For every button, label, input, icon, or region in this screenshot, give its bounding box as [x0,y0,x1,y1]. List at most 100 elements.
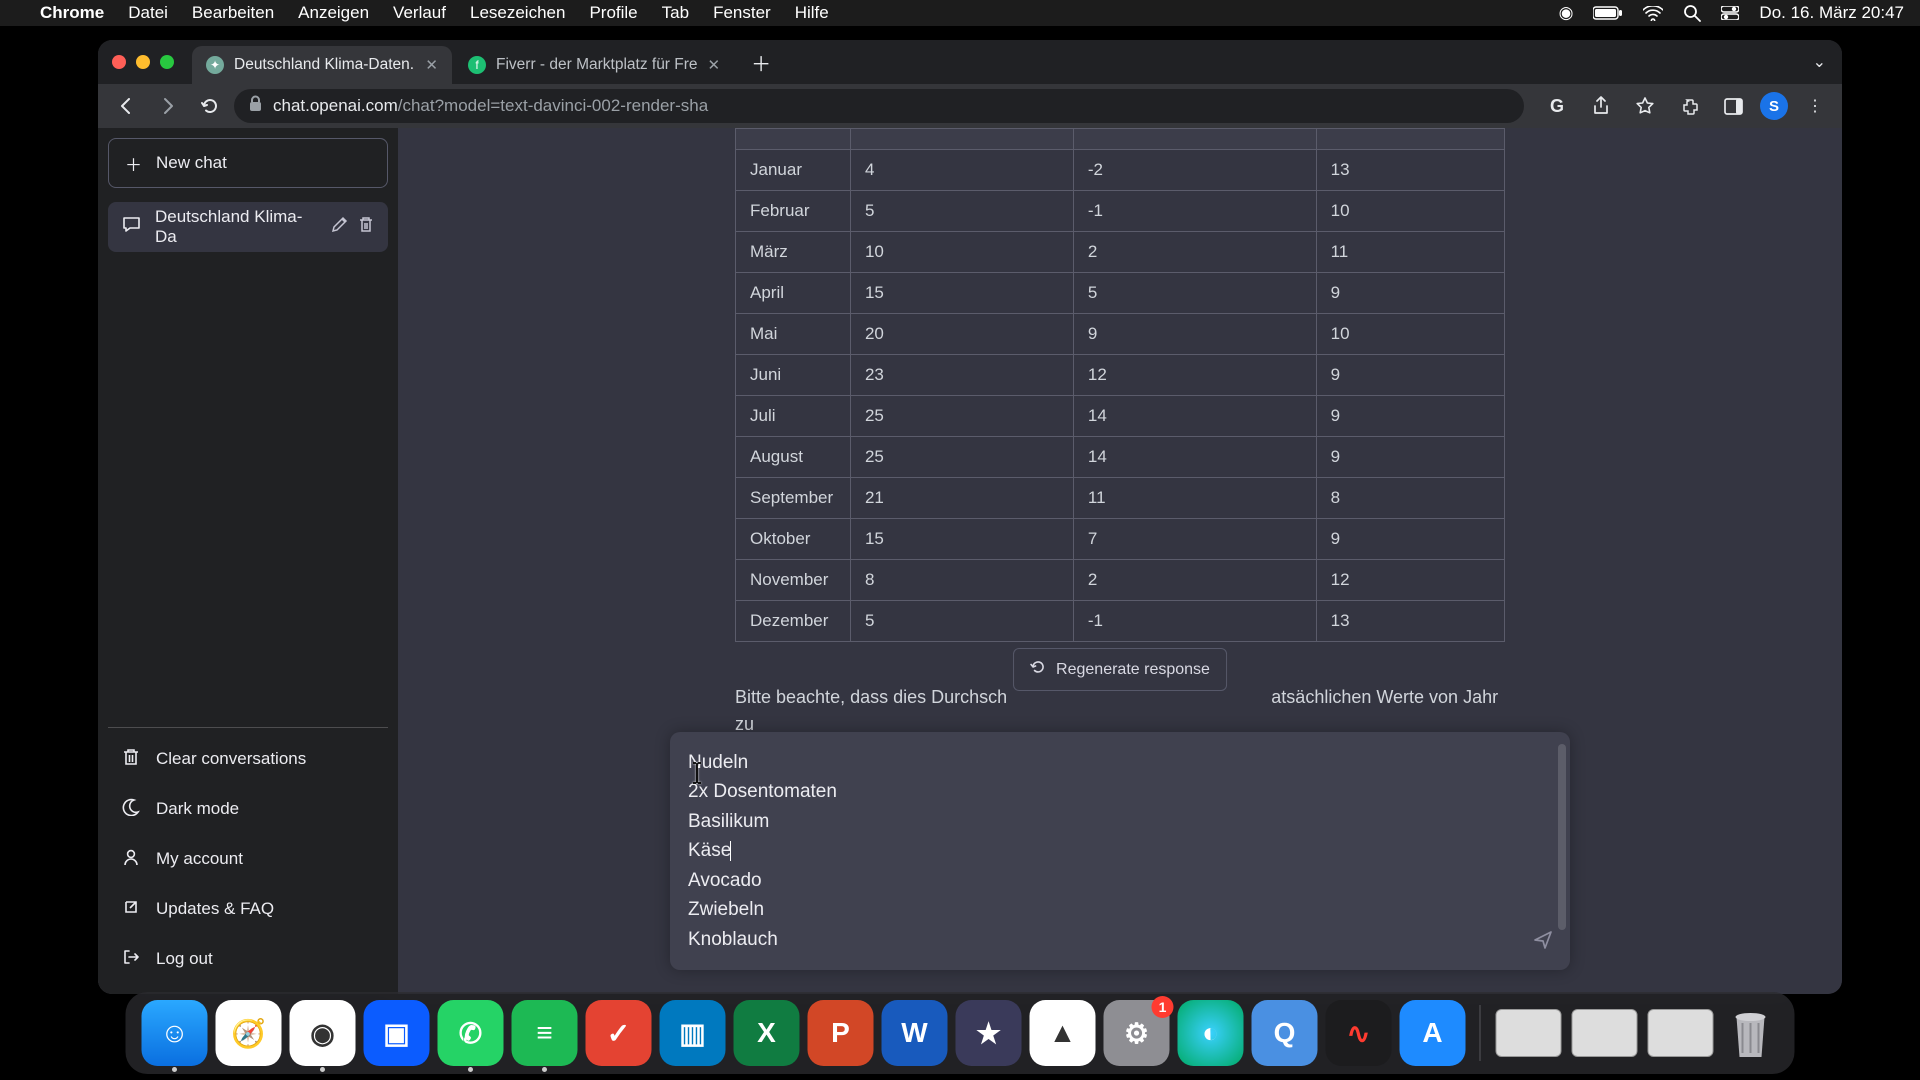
dock-app-settings[interactable]: ⚙1 [1104,1000,1170,1066]
dock-app-spotify[interactable]: ≡ [512,1000,578,1066]
control-center-icon[interactable] [1721,6,1739,20]
dock-app-trello[interactable]: ▥ [660,1000,726,1066]
table-cell: 25 [850,396,1073,437]
tab-close-icon[interactable]: ✕ [425,56,438,74]
menu-anzeigen[interactable]: Anzeigen [298,3,369,23]
response-note-text: Bitte beachte, dass dies DurchschXXXXXXX… [735,684,1505,738]
dock-minimized-window[interactable] [1648,1009,1714,1057]
table-cell: 13 [1316,150,1504,191]
menubar-app-name[interactable]: Chrome [40,3,104,23]
chrome-menu-icon[interactable]: ⋮ [1798,89,1832,123]
table-row: November8212 [736,560,1505,601]
table-cell: 10 [1316,191,1504,232]
regenerate-response-button[interactable]: Regenerate response [1013,648,1227,691]
tab-close-icon[interactable]: ✕ [708,56,721,74]
table-cell: 9 [1316,396,1504,437]
table-cell: 7 [1073,519,1316,560]
my-account-button[interactable]: My account [108,834,388,884]
table-cell: 23 [850,355,1073,396]
textarea-scrollbar[interactable] [1558,744,1566,930]
menu-hilfe[interactable]: Hilfe [795,3,829,23]
updates-faq-button[interactable]: Updates & FAQ [108,884,388,934]
dark-mode-button[interactable]: Dark mode [108,784,388,834]
share-icon[interactable] [1584,89,1618,123]
dock-app-whatsapp[interactable]: ✆ [438,1000,504,1066]
table-cell: 10 [850,232,1073,273]
menubar-clock[interactable]: Do. 16. März 20:47 [1759,3,1904,23]
back-button[interactable] [108,88,144,124]
menu-verlauf[interactable]: Verlauf [393,3,446,23]
menu-tab[interactable]: Tab [662,3,689,23]
address-bar[interactable]: chat.openai.com/chat?model=text-davinci-… [234,89,1524,123]
input-line: Käse [688,836,1518,865]
table-row: Dezember5-113 [736,601,1505,642]
table-row: Juli25149 [736,396,1505,437]
sidebar-item-label: Updates & FAQ [156,899,274,919]
send-icon[interactable] [1532,929,1554,956]
edit-icon[interactable] [331,216,348,238]
dock-app-zoom[interactable]: ▣ [364,1000,430,1066]
clear-conversations-button[interactable]: Clear conversations [108,734,388,784]
dock-app-safari[interactable]: 🧭 [216,1000,282,1066]
profile-avatar[interactable]: S [1760,92,1788,120]
spotlight-search-icon[interactable] [1683,4,1701,22]
logout-button[interactable]: Log out [108,934,388,984]
dock-app-word[interactable]: W [882,1000,948,1066]
window-maximize-button[interactable] [160,55,174,69]
tabs-overflow-icon[interactable]: ⌄ [1813,52,1826,72]
dock-minimized-window[interactable] [1496,1009,1562,1057]
dock-app-voicememos[interactable]: ∿ [1326,1000,1392,1066]
menu-fenster[interactable]: Fenster [713,3,771,23]
dock-app-imovie[interactable]: ★ [956,1000,1022,1066]
dock-minimized-window[interactable] [1572,1009,1638,1057]
table-cell: März [736,232,851,273]
wifi-icon[interactable] [1643,6,1663,21]
tab-active[interactable]: ✦ Deutschland Klima-Daten. ✕ [192,46,452,84]
dock-app-chrome[interactable]: ◉ [290,1000,356,1066]
battery-icon[interactable] [1593,6,1623,20]
table-row: März10211 [736,232,1505,273]
dock-app-googledrive[interactable]: ▲ [1030,1000,1096,1066]
dock-app-todoist[interactable]: ✓ [586,1000,652,1066]
table-cell: Oktober [736,519,851,560]
new-chat-button[interactable]: ＋ New chat [108,138,388,188]
dock-app-siri[interactable]: ◐ [1178,1000,1244,1066]
url-host: chat.openai.com [273,96,398,115]
google-account-icon[interactable]: G [1540,89,1574,123]
reload-button[interactable] [192,88,228,124]
dock-app-powerpoint[interactable]: P [808,1000,874,1066]
tab-title: Deutschland Klima-Daten. [234,56,414,74]
chat-history-item[interactable]: Deutschland Klima-Da [108,202,388,252]
dock-app-quicktime[interactable]: Q [1252,1000,1318,1066]
screenrecord-icon[interactable]: ◉ [1559,3,1574,23]
table-row: April1559 [736,273,1505,314]
new-tab-button[interactable]: ＋ [746,47,776,77]
window-minimize-button[interactable] [136,55,150,69]
menu-datei[interactable]: Datei [128,3,168,23]
chat-input[interactable]: Nudeln2x DosentomatenBasilikumKäseAvocad… [670,732,1570,970]
extensions-icon[interactable] [1672,89,1706,123]
table-cell: 2 [1073,560,1316,601]
table-cell: 5 [850,191,1073,232]
dock-app-finder[interactable]: ☺ [142,1000,208,1066]
bookmark-star-icon[interactable] [1628,89,1662,123]
menu-bearbeiten[interactable]: Bearbeiten [192,3,274,23]
menu-lesezeichen[interactable]: Lesezeichen [470,3,565,23]
table-cell: 9 [1316,437,1504,478]
dock-app-appstore[interactable]: A [1400,1000,1466,1066]
menu-profile[interactable]: Profile [589,3,637,23]
table-cell: Februar [736,191,851,232]
sidepanel-icon[interactable] [1716,89,1750,123]
forward-button[interactable] [150,88,186,124]
dock-separator [1480,1005,1481,1061]
table-cell: 25 [850,437,1073,478]
person-icon [122,848,140,871]
tab-fiverr[interactable]: f Fiverr - der Marktplatz für Fre ✕ [454,46,734,84]
dock-trash[interactable] [1721,1000,1781,1066]
chat-sidebar: ＋ New chat Deutschland Klima-Da [98,128,398,994]
table-row: Januar4-213 [736,150,1505,191]
trash-icon[interactable] [358,216,374,238]
table-cell: 20 [850,314,1073,355]
window-close-button[interactable] [112,55,126,69]
dock-app-excel[interactable]: X [734,1000,800,1066]
